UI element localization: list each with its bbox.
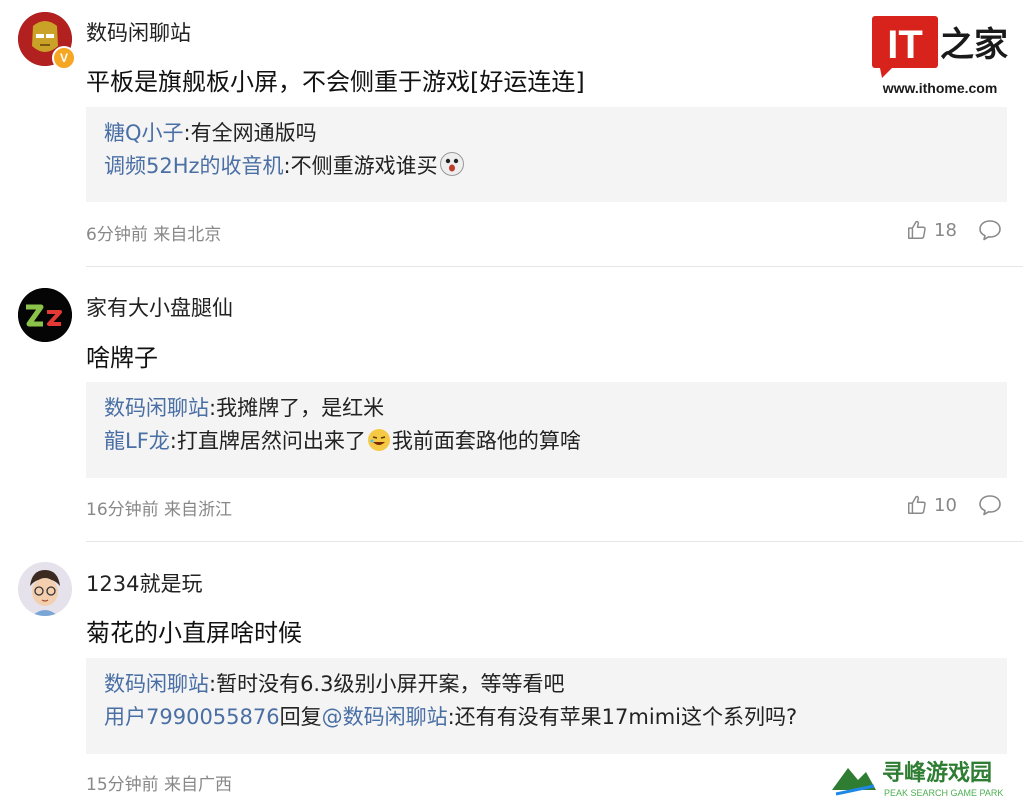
reply-username[interactable]: 调频52Hz的收音机 [104, 154, 284, 178]
reply-mention[interactable]: @数码闲聊站 [322, 705, 448, 729]
reply-button[interactable] [978, 494, 1002, 520]
avatar[interactable] [18, 562, 72, 616]
comment-meta: 6分钟前 来自北京 [86, 225, 222, 245]
reply-username[interactable]: 用户7990055876 [104, 705, 280, 729]
watermark-logo: 寻峰游戏园 PEAK SEARCH GAME PARK [830, 756, 1020, 801]
like-count: 18 [934, 219, 957, 241]
reply-item: 龍LF龙:打直牌居然问出来了 我前面套路他的算啥 [104, 425, 989, 458]
logo-zhi-text: 之家 [940, 25, 1008, 65]
username[interactable]: 1234就是玩 [86, 568, 202, 598]
comment-divider [86, 541, 1023, 542]
reply-text: :暂时没有6.3级别小屏开案，等等看吧 [209, 672, 565, 696]
reply-box: 糖Q小子:有全网通版吗 调频52Hz的收音机:不侧重游戏谁买 [86, 107, 1007, 202]
logo-it-text: IT [887, 23, 923, 67]
reply-item: 数码闲聊站:暂时没有6.3级别小屏开案，等等看吧 [104, 668, 989, 701]
reply-username[interactable]: 糖Q小子 [104, 121, 184, 145]
reply-text: :还有有没有苹果17mimi这个系列吗? [447, 705, 798, 729]
username[interactable]: 家有大小盘腿仙 [86, 292, 233, 322]
reply-item: 数码闲聊站:我摊牌了，是红米 [104, 392, 989, 425]
avatar[interactable] [18, 288, 72, 342]
reply-username[interactable]: 龍LF龙 [104, 429, 170, 453]
reply-item: 糖Q小子:有全网通版吗 [104, 117, 989, 150]
reply-box: 数码闲聊站:我摊牌了，是红米 龍LF龙:打直牌居然问出来了 我前面套路他的算啥 [86, 382, 1007, 478]
reply-text: :打直牌居然问出来了 [169, 429, 366, 453]
thumbs-up-icon [908, 220, 926, 239]
comment-divider [86, 266, 1023, 267]
comment-meta: 15分钟前 来自广西 [86, 775, 233, 795]
watermark-subtitle: PEAK SEARCH GAME PARK [884, 788, 1003, 798]
speech-bubble-icon [979, 495, 1001, 516]
comment-content: 啥牌子 [86, 344, 158, 372]
like-count: 10 [934, 494, 957, 516]
username[interactable]: 数码闲聊站 [86, 17, 191, 47]
reply-text-continued: 我前面套路他的算啥 [391, 429, 581, 453]
comment-meta: 16分钟前 来自浙江 [86, 500, 233, 520]
like-button[interactable]: 18 [906, 219, 957, 241]
reply-connector: 回复 [279, 705, 322, 729]
logo-url: www.ithome.com [882, 80, 998, 96]
comment-content: 菊花的小直屏啥时候 [86, 619, 302, 647]
thumbs-up-icon [908, 495, 926, 514]
speech-bubble-icon [979, 220, 1001, 241]
reply-button[interactable] [978, 219, 1002, 245]
reply-item: 用户7990055876回复@数码闲聊站:还有有没有苹果17mimi这个系列吗? [104, 701, 989, 734]
reply-box: 数码闲聊站:暂时没有6.3级别小屏开案，等等看吧 用户7990055876回复@… [86, 658, 1007, 754]
watermark-title: 寻峰游戏园 [882, 760, 992, 786]
reply-item: 调频52Hz的收音机:不侧重游戏谁买 [104, 150, 989, 183]
reply-username[interactable]: 数码闲聊站 [104, 672, 209, 696]
reply-text: :我摊牌了，是红米 [209, 396, 385, 420]
like-button[interactable]: 10 [906, 494, 957, 516]
shocked-face-emoji-icon [439, 152, 464, 176]
verified-badge-icon: V [52, 46, 76, 70]
reply-text: :有全网通版吗 [183, 121, 317, 145]
reply-username[interactable]: 数码闲聊站 [104, 396, 209, 420]
laughing-face-emoji-icon [367, 429, 390, 451]
reply-text: :不侧重游戏谁买 [283, 154, 438, 178]
ithome-logo: IT 之家 www.ithome.com [870, 14, 1010, 98]
comment-content: 平板是旗舰板小屏，不会侧重于游戏[好运连连] [86, 68, 585, 96]
